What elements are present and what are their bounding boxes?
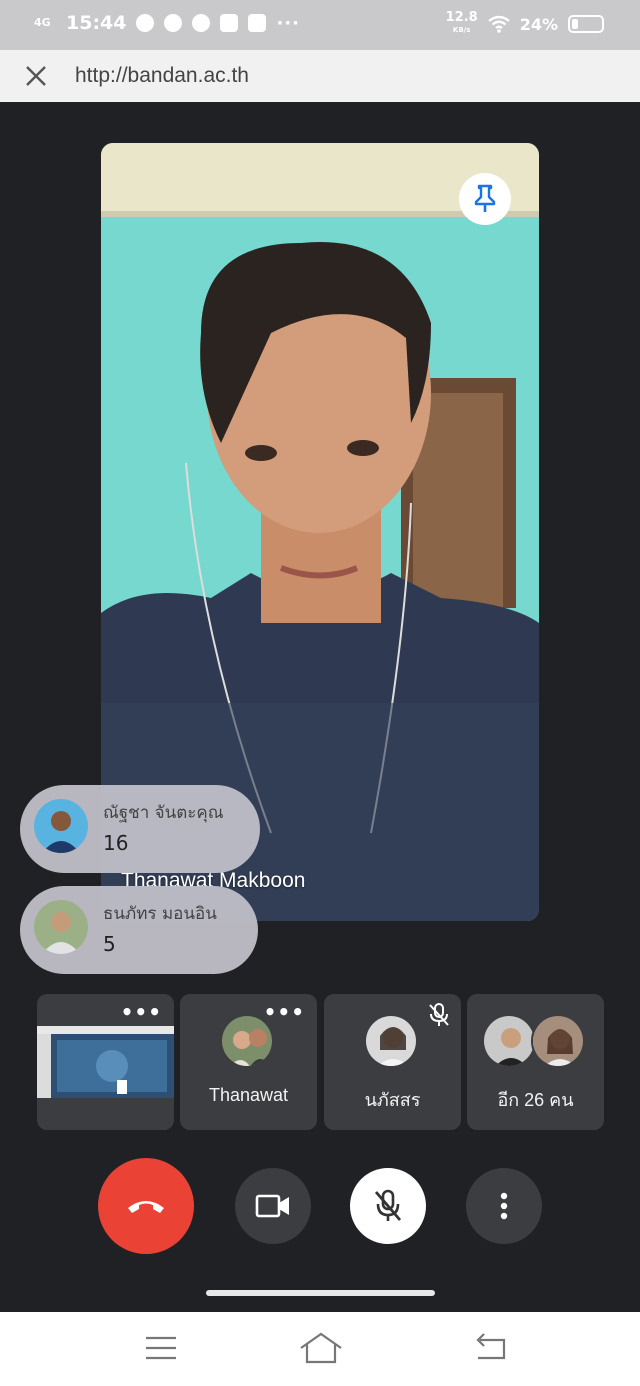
more-options-icon[interactable]: ••• xyxy=(121,1000,162,1024)
battery-percent: 24% xyxy=(519,14,558,34)
browser-url-bar: http://bandan.ac.th xyxy=(0,50,640,102)
others-tile[interactable]: อีก 26 คน xyxy=(467,994,604,1130)
participant-name: นภัสสร xyxy=(364,1090,421,1110)
avatar xyxy=(220,1014,274,1068)
participant-name: Thanawat xyxy=(208,1085,289,1105)
messenger-icon xyxy=(136,14,155,32)
microphone-button[interactable] xyxy=(350,1168,426,1244)
status-bar: 4G 15:44 ··· 12.8 KB/s 24% xyxy=(0,0,640,50)
reaction-chip: ธนภัทร มอนอิน 5 xyxy=(20,886,258,974)
home-icon[interactable] xyxy=(298,1330,344,1366)
participant-tile-napatsorn[interactable]: นภัสสร xyxy=(324,994,461,1130)
others-count-label: อีก 26 คน xyxy=(497,1090,574,1110)
avatar xyxy=(364,1014,418,1068)
back-icon[interactable] xyxy=(470,1330,510,1366)
more-options-button[interactable] xyxy=(466,1168,542,1244)
avatar xyxy=(482,1014,536,1068)
avatar xyxy=(34,799,88,853)
reaction-sender-name: ณัฐชา จันตะคุณ xyxy=(103,803,224,823)
reaction-chip: ณัฐชา จันตะคุณ 16 xyxy=(20,785,260,873)
network-indicator: 4G xyxy=(34,16,51,29)
facebook-icon xyxy=(220,14,239,32)
more-notifications: ··· xyxy=(276,12,300,34)
wifi-icon xyxy=(487,15,510,33)
mic-off-icon xyxy=(374,1189,402,1221)
url-text[interactable]: http://bandan.ac.th xyxy=(75,64,249,88)
screen-share-tile[interactable]: ••• xyxy=(37,994,174,1130)
mic-off-icon xyxy=(429,1003,449,1026)
clock: 15:44 xyxy=(66,12,127,34)
network-speed: 12.8 KB/s xyxy=(445,10,478,36)
more-vert-icon xyxy=(500,1192,508,1220)
system-nav-bar xyxy=(0,1312,640,1386)
participant-tile-thanawat[interactable]: ••• Thanawat xyxy=(180,994,317,1130)
participant-tiles: ••• ••• Thanawat นภัสสร อีก 26 คน xyxy=(37,994,604,1130)
more-options-icon[interactable]: ••• xyxy=(264,1000,305,1024)
facebook-icon xyxy=(248,14,267,32)
notification-icon xyxy=(164,14,183,32)
end-call-button[interactable] xyxy=(98,1158,194,1254)
network-speed-value: 12.8 xyxy=(445,10,478,25)
avatar xyxy=(531,1014,585,1068)
menu-icon[interactable] xyxy=(142,1330,182,1366)
close-icon[interactable] xyxy=(22,62,50,90)
reaction-count: 16 xyxy=(103,831,129,855)
reaction-count: 5 xyxy=(103,932,116,956)
messenger-icon xyxy=(192,14,211,32)
network-speed-unit: KB/s xyxy=(452,26,471,34)
video-camera-icon xyxy=(255,1194,289,1218)
avatar xyxy=(34,900,88,954)
pin-icon xyxy=(474,184,496,212)
battery-icon xyxy=(568,15,604,33)
pin-button[interactable] xyxy=(459,173,511,225)
screen-share-thumbnail xyxy=(37,1026,174,1098)
reaction-sender-name: ธนภัทร มอนอิน xyxy=(103,904,217,924)
gesture-bar[interactable] xyxy=(206,1290,435,1296)
phone-hangup-icon xyxy=(128,1201,164,1213)
camera-button[interactable] xyxy=(235,1168,311,1244)
